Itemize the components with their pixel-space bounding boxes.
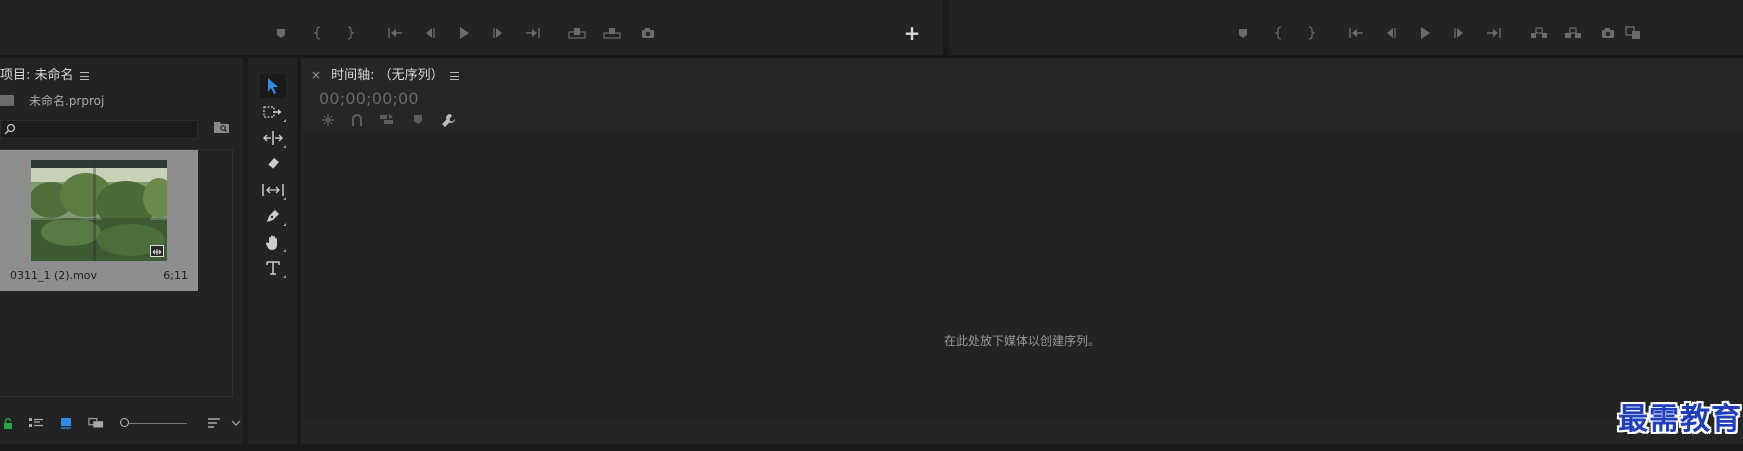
clip-thumbnail-image — [31, 160, 167, 261]
linked-selection-icon[interactable] — [347, 111, 367, 129]
timeline-tab[interactable]: × 时间轴: （无序列） — [311, 64, 459, 83]
playhead-timecode[interactable]: 00;00;00;00 — [319, 89, 419, 108]
add-marker-icon[interactable] — [1232, 22, 1254, 44]
zoom-slider-handle[interactable] — [120, 418, 129, 427]
panel-menu-icon[interactable] — [79, 71, 89, 80]
pen-tool[interactable] — [260, 204, 286, 228]
mark-out-icon[interactable] — [339, 22, 361, 44]
step-back-icon[interactable] — [1379, 22, 1401, 44]
tools-panel — [248, 58, 297, 444]
insert-icon[interactable] — [566, 22, 588, 44]
project-search-field[interactable] — [0, 120, 198, 139]
watermark-text: 最需教育 — [1618, 402, 1742, 437]
extract-icon[interactable] — [1562, 22, 1584, 44]
step-forward-icon[interactable] — [1449, 22, 1471, 44]
step-back-icon[interactable] — [418, 22, 440, 44]
nest-icon[interactable] — [377, 111, 397, 129]
step-forward-icon[interactable] — [488, 22, 510, 44]
selection-arrow-icon — [268, 78, 278, 94]
add-marker-icon[interactable] — [408, 111, 428, 129]
go-to-in-icon[interactable] — [1345, 22, 1367, 44]
panel-menu-icon[interactable] — [449, 71, 459, 80]
search-icon — [4, 123, 16, 135]
go-to-out-icon[interactable] — [1483, 22, 1505, 44]
razor-icon — [267, 158, 279, 170]
project-title: 项目: 未命名 — [0, 68, 74, 83]
add-marker-icon[interactable] — [270, 22, 292, 44]
freeform-view-icon[interactable] — [88, 415, 104, 431]
list-view-icon[interactable] — [28, 415, 44, 431]
type-tool[interactable] — [260, 256, 286, 280]
export-frame-icon[interactable] — [1597, 22, 1619, 44]
project-panel: 项目: 未命名 未命名.prproj 0311_1 (2).mov 6;11 — [0, 58, 243, 444]
source-monitor-panel: + — [0, 0, 943, 55]
wrench-icon[interactable] — [438, 111, 458, 129]
project-file-name: 未命名.prproj — [29, 94, 105, 108]
mark-in-icon[interactable] — [1268, 22, 1290, 44]
zoom-slider-track[interactable] — [125, 423, 187, 424]
mark-in-icon[interactable] — [307, 22, 329, 44]
pen-icon — [267, 210, 279, 222]
selection-tool[interactable] — [260, 74, 286, 98]
overwrite-icon[interactable] — [601, 22, 623, 44]
slip-icon — [262, 184, 284, 196]
clip-type-badge-icon[interactable] — [150, 245, 164, 257]
bottom-divider — [0, 444, 1743, 451]
button-editor-plus-button[interactable]: + — [901, 23, 923, 45]
empty-timeline-message: 在此处放下媒体以创建序列。 — [944, 334, 1101, 348]
close-icon[interactable]: × — [311, 68, 321, 82]
comparison-view-icon[interactable] — [1622, 22, 1644, 44]
project-panel-tab[interactable]: 项目: 未命名 — [0, 64, 89, 83]
chevron-down-icon[interactable] — [228, 415, 244, 431]
hand-tool[interactable] — [260, 230, 286, 254]
timeline-panel: × 时间轴: （无序列） 00;00;00;00 在此处放下媒体以创建序列。 — [301, 58, 1743, 444]
go-to-out-icon[interactable] — [522, 22, 544, 44]
mark-out-icon[interactable] — [1300, 22, 1322, 44]
hand-icon — [265, 235, 277, 250]
go-to-in-icon[interactable] — [384, 22, 406, 44]
clip-thumbnail-item[interactable]: 0311_1 (2).mov 6;11 — [0, 150, 198, 291]
lift-icon[interactable] — [1528, 22, 1550, 44]
ripple-edit-icon — [263, 131, 283, 145]
export-frame-icon[interactable] — [637, 22, 659, 44]
snap-icon[interactable] — [318, 111, 338, 129]
lock-icon[interactable] — [0, 415, 16, 431]
program-monitor-panel — [949, 0, 1743, 55]
new-search-bin-icon[interactable] — [213, 119, 231, 137]
timeline-footer — [301, 419, 1743, 444]
slip-tool[interactable] — [260, 178, 286, 202]
timeline-track-area[interactable]: 在此处放下媒体以创建序列。 — [301, 132, 1743, 419]
type-icon — [266, 261, 280, 275]
project-media-area: 0311_1 (2).mov 6;11 — [0, 149, 233, 397]
track-select-icon — [263, 106, 281, 118]
icon-view-icon[interactable] — [58, 415, 74, 431]
project-bottom-toolbar — [0, 411, 243, 437]
razor-tool[interactable] — [260, 152, 286, 176]
search-input[interactable] — [1, 121, 197, 138]
sort-icon[interactable] — [206, 415, 222, 431]
timeline-title: 时间轴: （无序列） — [331, 68, 444, 83]
project-folder-icon — [0, 95, 14, 106]
play-icon[interactable] — [1414, 22, 1436, 44]
track-select-tool[interactable] — [260, 100, 286, 124]
clip-duration: 6;11 — [163, 269, 188, 282]
clip-name: 0311_1 (2).mov — [10, 269, 98, 282]
ripple-edit-tool[interactable] — [260, 126, 286, 150]
play-icon[interactable] — [453, 22, 475, 44]
